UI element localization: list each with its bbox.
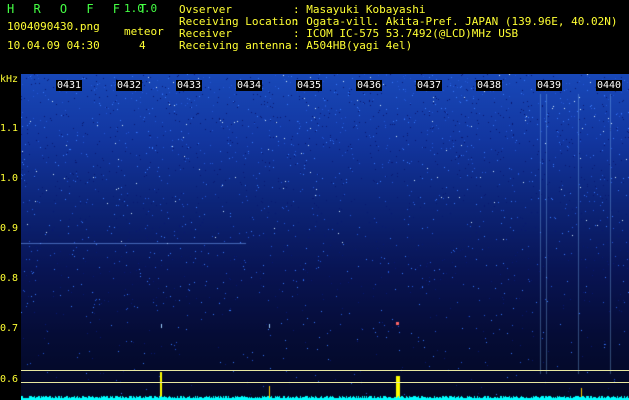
time-mark-0431: 0431 (56, 80, 83, 91)
time-mark-0439: 0439 (536, 80, 563, 91)
antenna-label: Receiving antenna (179, 39, 292, 52)
time-mark-0438: 0438 (476, 80, 503, 91)
time-mark-0436: 0436 (356, 80, 383, 91)
time-mark-0437: 0437 (416, 80, 443, 91)
time-mark-0433: 0433 (176, 80, 203, 91)
filename: 1004090430.png (7, 20, 100, 33)
axis-tick-5: 0.7 (0, 323, 19, 334)
axis-tick-3: 0.9 (0, 223, 19, 234)
time-mark-0432: 0432 (116, 80, 143, 91)
axis-tick-1: 1.1 (0, 123, 19, 134)
datetime: 10.04.09 04:30 (7, 39, 100, 52)
axis-unit: kHz (0, 74, 19, 85)
meteor-label: meteor (124, 25, 164, 38)
spectrogram: 0431 0432 0433 0434 0435 0436 0437 0438 … (21, 74, 629, 400)
frequency-axis: kHz 1.1 1.0 0.9 0.8 0.7 0.6 (0, 74, 21, 400)
axis-tick-4: 0.8 (0, 273, 19, 284)
time-mark-0435: 0435 (296, 80, 323, 91)
meteor-count: 4 (139, 39, 146, 52)
antenna-value: : A504HB(yagi 4el) (293, 39, 413, 52)
axis-tick-6: 0.6 (0, 374, 19, 385)
reference-line-top (21, 370, 629, 371)
time-mark-0434: 0434 (236, 80, 263, 91)
header-panel: H R O F F T 1.0.0 1004090430.png meteor … (0, 0, 629, 74)
reference-line-bottom (21, 382, 629, 383)
app-version: 1.0.0 (124, 2, 158, 15)
time-mark-0440: 0440 (596, 80, 623, 91)
axis-tick-2: 1.0 (0, 173, 19, 184)
spectrogram-noise (21, 74, 629, 400)
